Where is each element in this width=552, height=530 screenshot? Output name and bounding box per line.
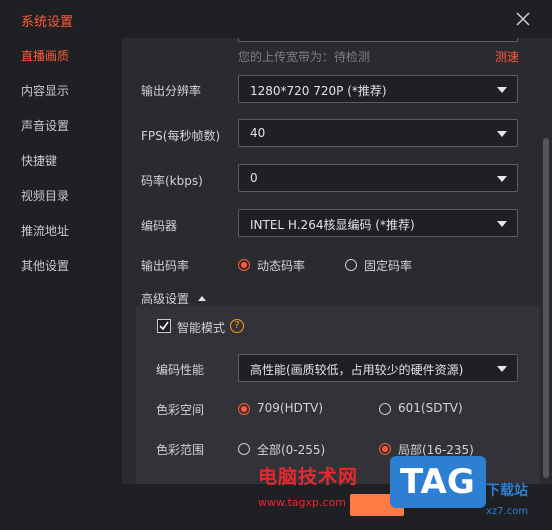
watermark-site-url: www.tagxp.com: [258, 496, 346, 509]
settings-sidebar: 直播画质 内容显示 声音设置 快捷键 视频目录 推流地址 其他设置: [0, 38, 122, 484]
smart-mode-label: 智能模式: [177, 321, 226, 335]
radio-partial-range[interactable]: [379, 443, 391, 455]
watermark-site-name: 电脑技术网: [258, 466, 359, 488]
advanced-settings-toggle[interactable]: 高级设置: [141, 290, 206, 307]
sidebar-item-content-display[interactable]: 内容显示: [21, 81, 69, 101]
fixed-rate-label: 固定码率: [364, 259, 413, 273]
encoder-value: INTEL H.264核显编码 (*推荐): [250, 218, 415, 232]
color-space-label: 色彩空间: [156, 403, 205, 417]
watermark-logo-text: TAG: [400, 462, 475, 502]
encoding-performance-label: 编码性能: [156, 363, 205, 377]
settings-panel: 您的上传宽带为：待检测 测速 输出分辨率 1280*720 720P (*推荐)…: [122, 38, 540, 484]
scrollbar-thumb[interactable]: [543, 138, 549, 478]
speed-test-link[interactable]: 测速: [495, 48, 519, 65]
radio-fixed-rate[interactable]: [345, 259, 357, 271]
smart-mode-checkbox[interactable]: [157, 319, 171, 333]
sidebar-item-hotkeys[interactable]: 快捷键: [21, 151, 57, 171]
radio-601-sdtv[interactable]: [379, 403, 391, 415]
watermark-logo: TAG: [390, 456, 486, 508]
601-sdtv-label: 601(SDTV): [398, 401, 463, 415]
radio-709-hdtv[interactable]: [238, 403, 250, 415]
709-hdtv-label: 709(HDTV): [257, 401, 324, 415]
encoding-performance-value: 高性能(画质较低，占用较少的硬件资源): [250, 363, 464, 377]
upload-bandwidth-text: 您的上传宽带为：待检测: [238, 50, 371, 64]
encoding-performance-select[interactable]: 高性能(画质较低，占用较少的硬件资源): [238, 354, 518, 382]
fps-select[interactable]: 40: [238, 119, 518, 147]
watermark-side-text: 下载站: [486, 483, 528, 499]
chevron-down-icon: [497, 131, 507, 137]
output-resolution-label: 输出分辨率: [141, 84, 202, 98]
encoder-label: 编码器: [141, 219, 178, 233]
settings-scrollbar[interactable]: [540, 38, 552, 484]
chevron-down-icon: [497, 221, 507, 227]
chevron-down-icon: [497, 176, 507, 182]
output-rate-label: 输出码率: [141, 259, 190, 273]
window-title: 系统设置: [21, 15, 74, 30]
checkmark-icon: [159, 321, 169, 331]
triangle-up-icon: [197, 296, 206, 301]
dynamic-rate-label: 动态码率: [257, 259, 306, 273]
sidebar-item-stream-address[interactable]: 推流地址: [21, 221, 69, 241]
bitrate-value: 0: [250, 171, 258, 185]
upload-speed-field: [238, 38, 518, 42]
full-range-label: 全部(0-255): [257, 443, 326, 457]
output-resolution-value: 1280*720 720P (*推荐): [250, 84, 387, 98]
fps-value: 40: [250, 126, 266, 140]
sidebar-item-video-directory[interactable]: 视频目录: [21, 186, 69, 206]
title-bar: 系统设置: [0, 0, 552, 38]
fps-label: FPS(每秒帧数): [141, 129, 221, 143]
sidebar-item-other[interactable]: 其他设置: [21, 256, 69, 276]
watermark-side-url: xz7.com: [486, 506, 529, 517]
radio-full-range[interactable]: [238, 443, 250, 455]
color-range-label: 色彩范围: [156, 443, 205, 457]
encoder-select[interactable]: INTEL H.264核显编码 (*推荐): [238, 209, 518, 237]
bitrate-select[interactable]: 0: [238, 164, 518, 192]
help-icon[interactable]: ?: [230, 319, 244, 333]
sidebar-item-live-quality[interactable]: 直播画质: [21, 46, 69, 66]
close-icon[interactable]: [514, 10, 532, 28]
bitrate-label: 码率(kbps): [141, 174, 203, 188]
advanced-settings-label: 高级设置: [141, 292, 190, 306]
output-resolution-select[interactable]: 1280*720 720P (*推荐): [238, 75, 518, 103]
chevron-down-icon: [497, 366, 507, 372]
chevron-down-icon: [497, 87, 507, 93]
radio-dynamic-rate[interactable]: [238, 259, 250, 271]
sidebar-item-audio[interactable]: 声音设置: [21, 116, 69, 136]
